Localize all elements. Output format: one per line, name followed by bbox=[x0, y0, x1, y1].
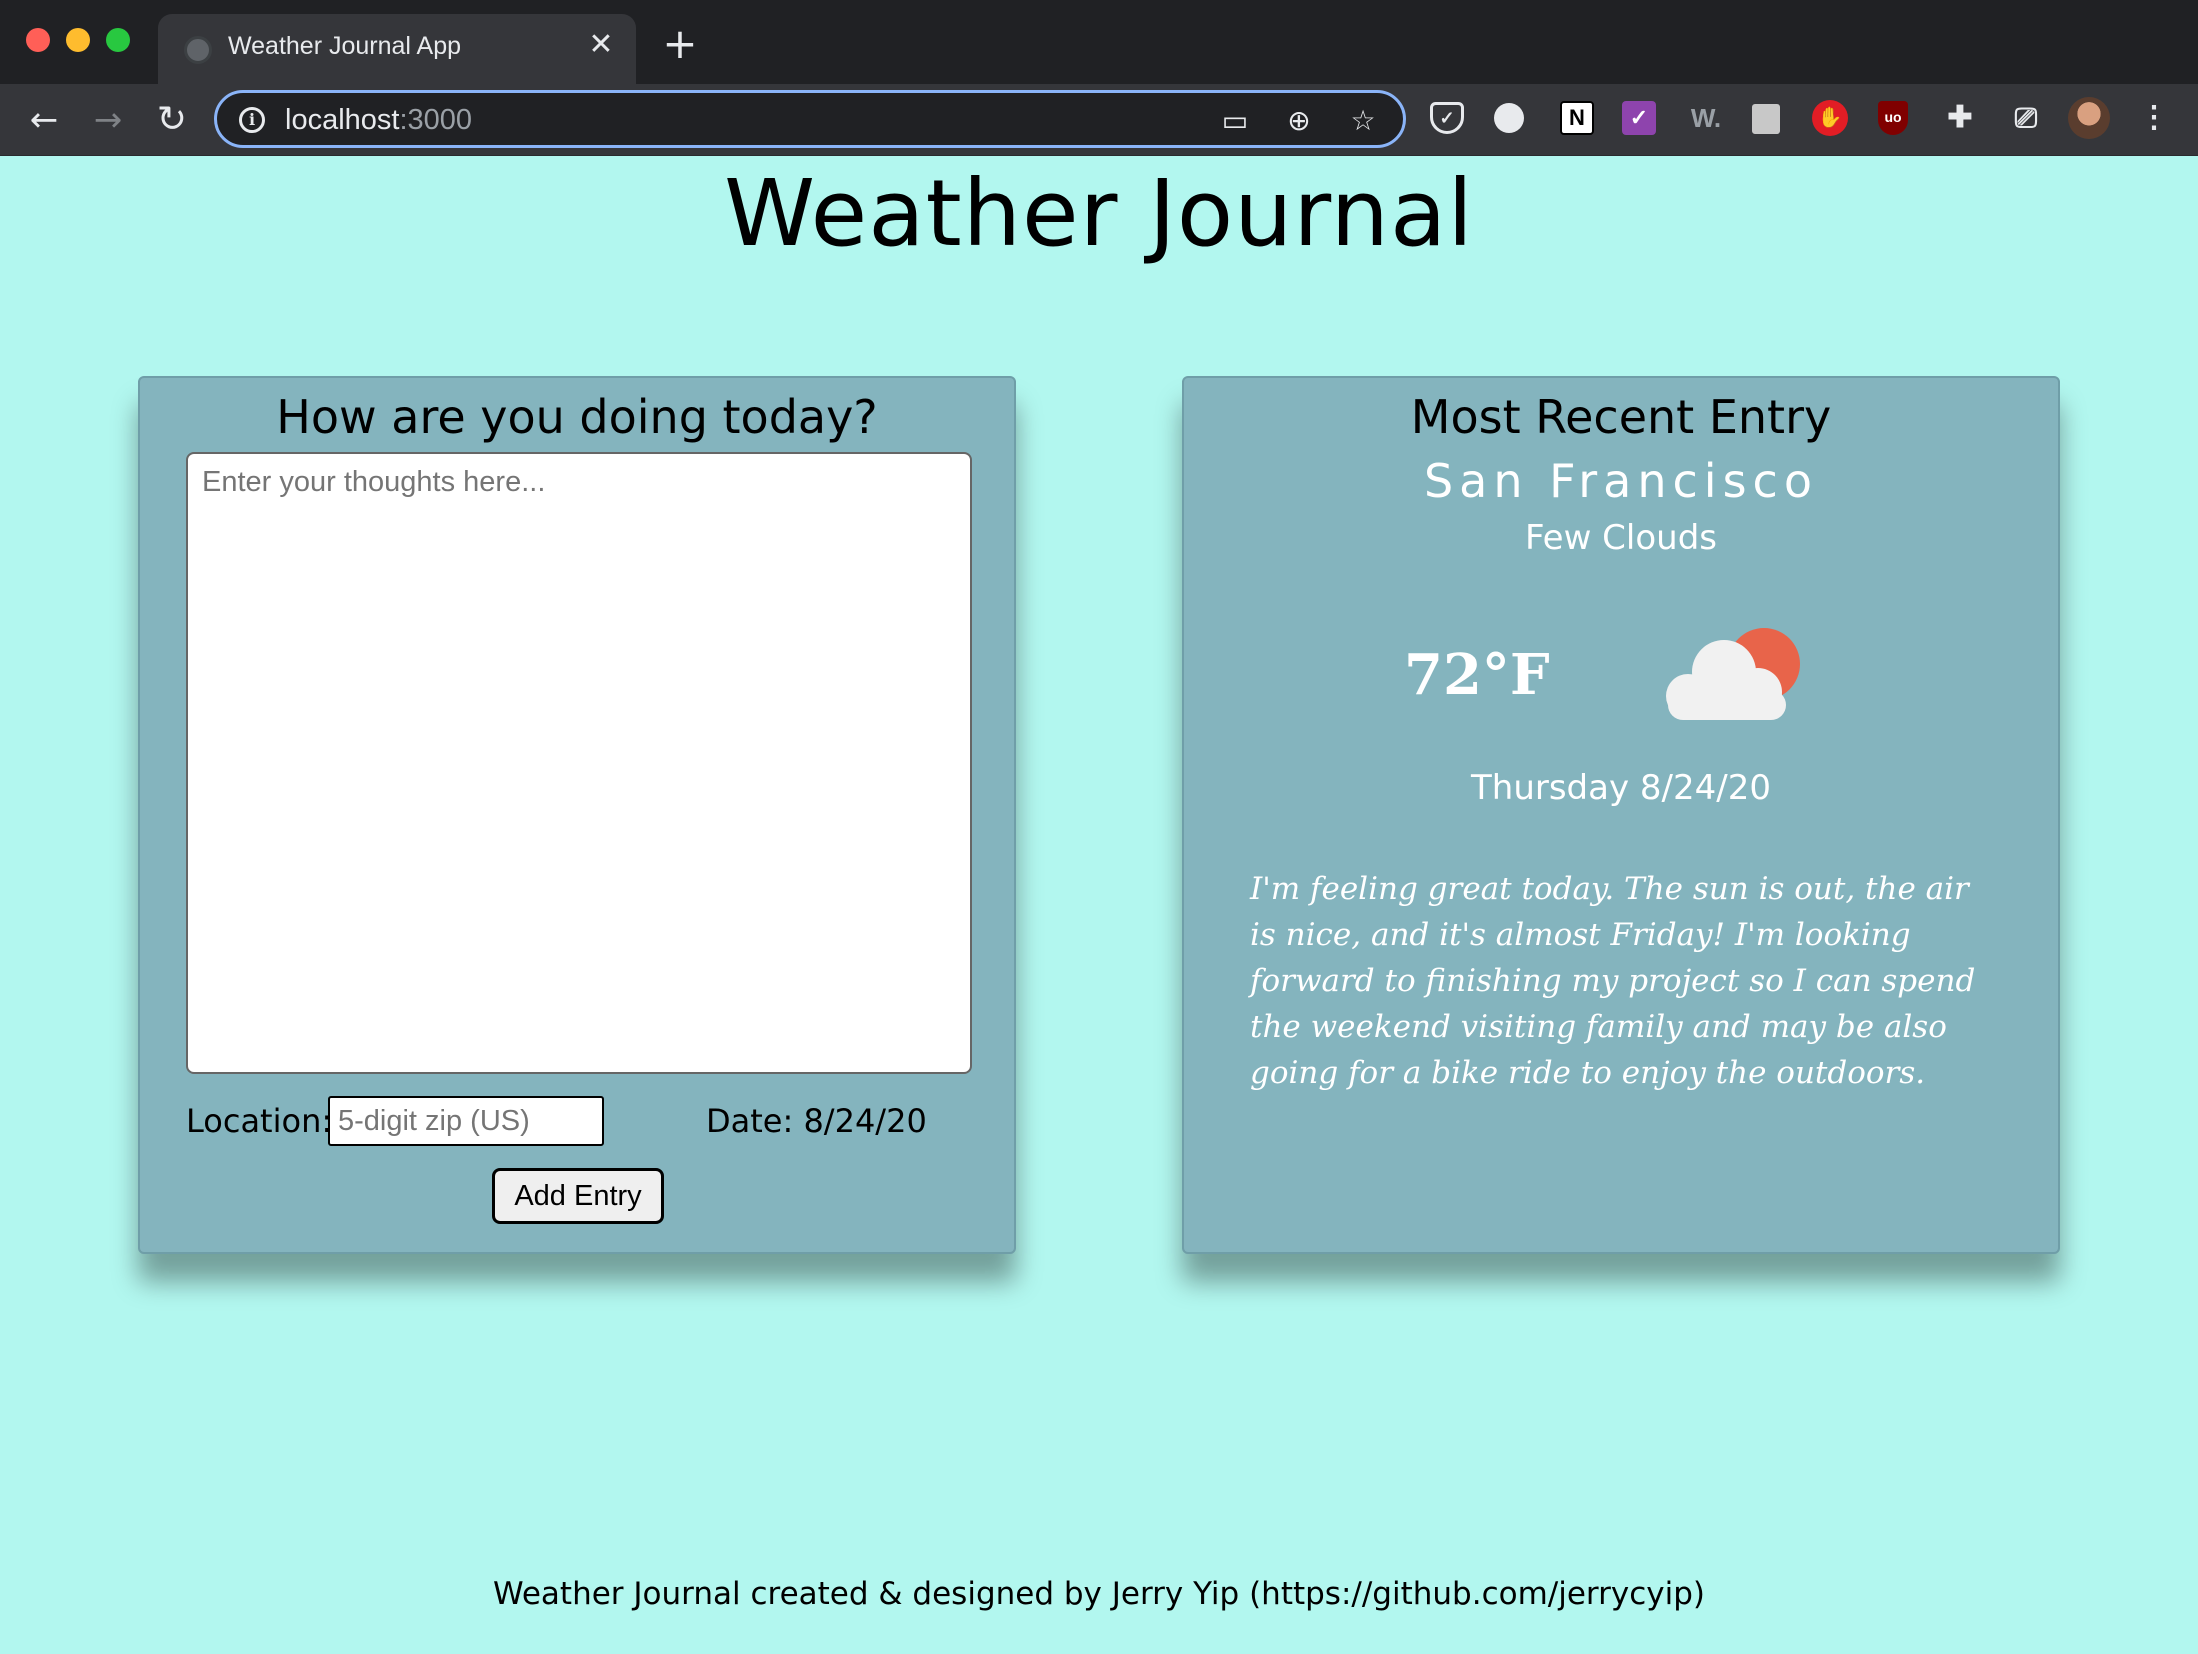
browser-tab-bar: Weather Journal App ✕ + bbox=[0, 0, 2198, 84]
weather-condition: Few Clouds bbox=[1524, 518, 1718, 558]
notion-extension-icon[interactable]: N bbox=[1560, 101, 1594, 135]
browser-tab[interactable]: Weather Journal App ✕ bbox=[158, 14, 636, 84]
ublock-extension-icon[interactable]: uo bbox=[1878, 101, 1908, 135]
journal-form-card: How are you doing today? Location: Date:… bbox=[138, 376, 1016, 1254]
reload-button[interactable]: ↻ bbox=[148, 96, 196, 144]
profile-avatar[interactable] bbox=[2068, 97, 2110, 139]
page-title: Weather Journal bbox=[724, 160, 1474, 267]
device-icon[interactable]: ▭ bbox=[1217, 103, 1253, 139]
temperature: 72°F bbox=[1404, 642, 1550, 708]
address-bar[interactable]: i localhost:3000 ▭ ⊕ ☆ bbox=[214, 90, 1406, 148]
tab-title: Weather Journal App bbox=[228, 32, 462, 60]
tab-close-icon[interactable]: ✕ bbox=[584, 28, 618, 62]
zoom-icon[interactable]: ⊕ bbox=[1281, 103, 1317, 139]
url-port: :3000 bbox=[399, 104, 473, 136]
footer-credit: Weather Journal created & designed by Je… bbox=[493, 1576, 1705, 1612]
window-minimize-icon[interactable] bbox=[66, 28, 90, 52]
form-date: Date: 8/24/20 bbox=[706, 1102, 927, 1140]
entry-date: Thursday 8/24/20 bbox=[1471, 768, 1771, 808]
window-close-icon[interactable] bbox=[26, 28, 50, 52]
back-button[interactable]: ← bbox=[20, 96, 68, 144]
zip-input[interactable] bbox=[328, 1096, 604, 1146]
document-extension-icon[interactable] bbox=[1752, 104, 1780, 134]
form-heading: How are you doing today? bbox=[276, 390, 878, 444]
w-extension-icon[interactable]: W. bbox=[1686, 98, 1726, 138]
entry-content: I'm feeling great today. The sun is out,… bbox=[1250, 871, 1976, 1091]
add-entry-button[interactable]: Add Entry bbox=[492, 1168, 664, 1224]
circle-extension-icon[interactable] bbox=[1494, 103, 1524, 133]
recent-heading: Most Recent Entry bbox=[1410, 390, 1832, 444]
bookmark-star-icon[interactable]: ☆ bbox=[1345, 103, 1381, 139]
browser-menu-icon[interactable]: ⋮ bbox=[2134, 98, 2174, 138]
recent-entry-card: Most Recent Entry San Francisco Few Clou… bbox=[1182, 376, 2060, 1254]
feelings-textarea[interactable] bbox=[186, 452, 972, 1074]
location-label: Location: bbox=[186, 1102, 333, 1140]
new-tab-button[interactable]: + bbox=[660, 23, 700, 65]
url-host: localhost bbox=[285, 104, 400, 136]
globe-icon bbox=[184, 36, 212, 64]
forward-button[interactable]: → bbox=[84, 96, 132, 144]
url-text[interactable]: localhost:3000 bbox=[285, 104, 472, 137]
few-clouds-icon bbox=[1666, 628, 1800, 720]
browser-toolbar: ← → ↻ i localhost:3000 ▭ ⊕ ☆ bbox=[0, 84, 2198, 156]
window-zoom-icon[interactable] bbox=[106, 28, 130, 52]
site-info-icon[interactable]: i bbox=[239, 107, 265, 133]
purple-extension-icon[interactable]: ✓ bbox=[1622, 101, 1656, 135]
city-name: San Francisco bbox=[1423, 454, 1818, 508]
extensions-puzzle-icon[interactable]: ✚ bbox=[1940, 98, 1980, 138]
cast-icon[interactable]: ⎚ bbox=[2006, 98, 2046, 138]
hand-extension-icon[interactable]: ✋ bbox=[1812, 100, 1848, 136]
